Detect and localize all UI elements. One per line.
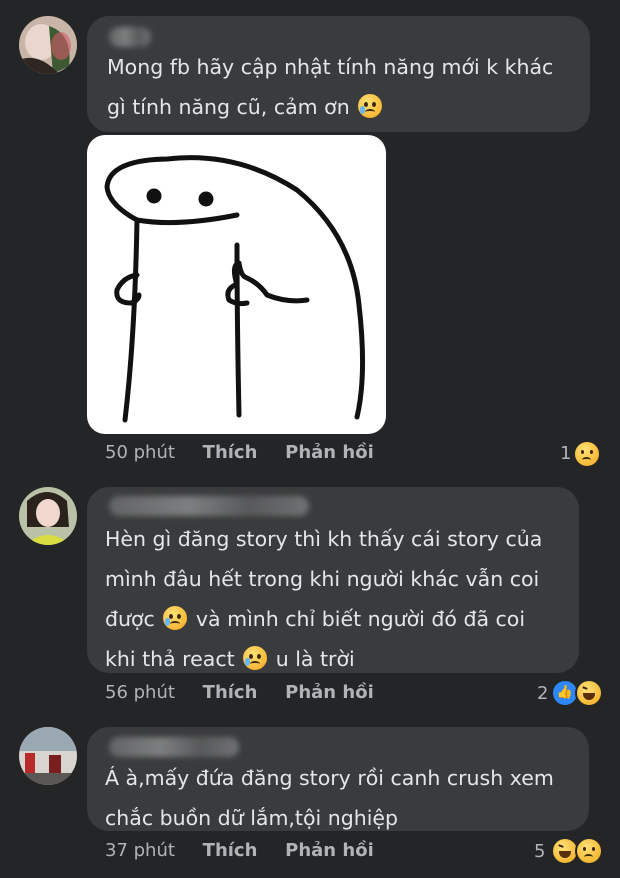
comment-text-line: chắc buồn dữ lắm,tội nghiệp bbox=[105, 806, 399, 830]
haha-reaction-icon[interactable] bbox=[575, 679, 603, 707]
comment-text-line: Á à,mấy đứa đăng story rồi canh crush xe… bbox=[105, 766, 554, 790]
comment-text-line: và mình chỉ biết người đó đã coi bbox=[195, 607, 526, 631]
crying-face-icon bbox=[358, 94, 383, 118]
comment-time[interactable]: 37 phút bbox=[105, 840, 175, 861]
sad-reaction-icon[interactable] bbox=[575, 837, 603, 865]
sticker-image[interactable] bbox=[87, 135, 386, 434]
comment-text-line: Mong fb hãy cập nhật tính năng mới k khá… bbox=[107, 55, 554, 79]
reply-button[interactable]: Phản hồi bbox=[285, 442, 374, 463]
comment-text-line: khi thả react bbox=[105, 647, 235, 671]
comment-bubble: Á à,mấy đứa đăng story rồi canh crush xe… bbox=[87, 727, 589, 831]
commenter-name[interactable] bbox=[109, 496, 309, 516]
reaction-count[interactable]: 2 bbox=[537, 683, 548, 704]
like-button[interactable]: Thích bbox=[203, 682, 258, 703]
comment-meta: 50 phút Thích Phản hồi bbox=[105, 442, 374, 463]
comment-text-line: mình đâu hết trong khi người khác vẫn co… bbox=[105, 567, 540, 591]
commenter-name[interactable] bbox=[109, 737, 239, 757]
avatar[interactable] bbox=[19, 487, 77, 545]
like-button[interactable]: Thích bbox=[203, 840, 258, 861]
comment-text-line: Hèn gì đăng story thì kh thấy cái story … bbox=[105, 527, 543, 551]
reaction-count[interactable]: 1 bbox=[560, 443, 571, 464]
comment-time[interactable]: 50 phút bbox=[105, 442, 175, 463]
comment-meta: 56 phút Thích Phản hồi bbox=[105, 682, 374, 703]
like-button[interactable]: Thích bbox=[203, 442, 258, 463]
avatar[interactable] bbox=[19, 727, 77, 785]
crying-face-icon bbox=[163, 606, 188, 630]
reply-button[interactable]: Phản hồi bbox=[285, 840, 374, 861]
comment-time[interactable]: 56 phút bbox=[105, 682, 175, 703]
comment-meta: 37 phút Thích Phản hồi bbox=[105, 840, 374, 861]
comment-bubble: Mong fb hãy cập nhật tính năng mới k khá… bbox=[87, 16, 590, 132]
comment-bubble: Hèn gì đăng story thì kh thấy cái story … bbox=[87, 487, 579, 673]
commenter-name[interactable] bbox=[109, 27, 151, 47]
comment-text-line: gì tính năng cũ, cảm ơn bbox=[107, 95, 350, 119]
avatar[interactable] bbox=[19, 16, 77, 74]
comment-text-line: được bbox=[105, 607, 155, 631]
reaction-count[interactable]: 5 bbox=[534, 841, 545, 862]
sad-reaction-icon[interactable] bbox=[573, 440, 601, 468]
comment-text-line: u là trời bbox=[275, 647, 355, 671]
reply-button[interactable]: Phản hồi bbox=[285, 682, 374, 703]
crying-face-icon bbox=[243, 646, 268, 670]
